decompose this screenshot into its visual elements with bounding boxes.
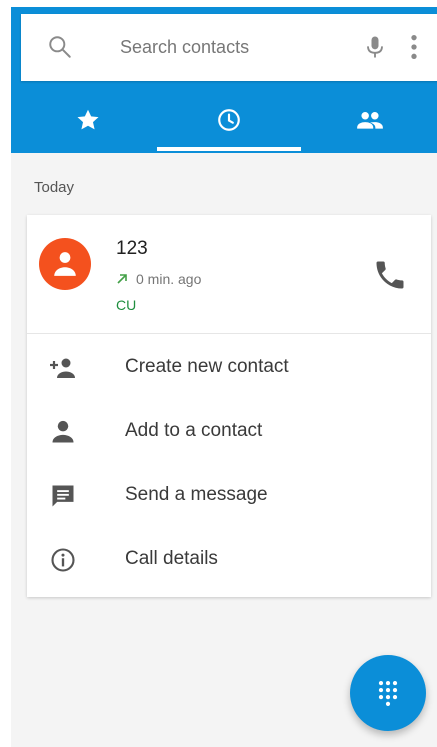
outgoing-call-icon (117, 274, 127, 284)
info-icon (51, 548, 75, 572)
dialpad-icon (378, 680, 398, 706)
phone-icon[interactable] (372, 257, 408, 293)
sim-label: CU (116, 297, 137, 313)
app-bar (11, 7, 437, 153)
message-icon (52, 485, 74, 507)
search-icon (49, 36, 71, 58)
search-bar[interactable] (21, 14, 437, 81)
tab-contacts[interactable] (299, 89, 437, 153)
add-to-contact-button[interactable]: Add to a contact (27, 400, 431, 464)
call-time: 0 min. ago (136, 271, 202, 287)
action-label: Create new contact (125, 356, 289, 377)
section-header-today: Today (34, 179, 75, 196)
mic-icon[interactable] (361, 32, 389, 62)
recent-call-card: 123 0 min. ago CU Create new contact Add… (27, 215, 431, 597)
selected-tab-indicator (157, 147, 301, 151)
contact-name: 123 (116, 238, 148, 259)
clock-icon (218, 109, 240, 131)
person-add-icon (50, 358, 75, 378)
call-actions: Create new contact Add to a contact Send… (27, 333, 431, 597)
tab-recents[interactable] (158, 89, 300, 153)
action-label: Send a message (125, 484, 268, 505)
person-icon (52, 420, 74, 443)
action-label: Call details (125, 548, 218, 569)
search-input[interactable] (120, 33, 340, 61)
people-icon (357, 111, 383, 129)
action-label: Add to a contact (125, 420, 263, 441)
dialpad-button[interactable] (350, 655, 426, 731)
tab-favorites[interactable] (17, 89, 159, 153)
star-icon (77, 109, 99, 130)
send-message-button[interactable]: Send a message (27, 464, 431, 528)
call-log-entry[interactable]: 123 0 min. ago CU (27, 215, 431, 333)
person-avatar-icon (54, 252, 76, 276)
phone-screen: Today 123 0 min. ago CU (11, 7, 437, 747)
call-details-button[interactable]: Call details (27, 528, 431, 592)
create-new-contact-button[interactable]: Create new contact (27, 336, 431, 400)
avatar[interactable] (39, 238, 91, 290)
more-options-icon[interactable] (407, 31, 421, 63)
